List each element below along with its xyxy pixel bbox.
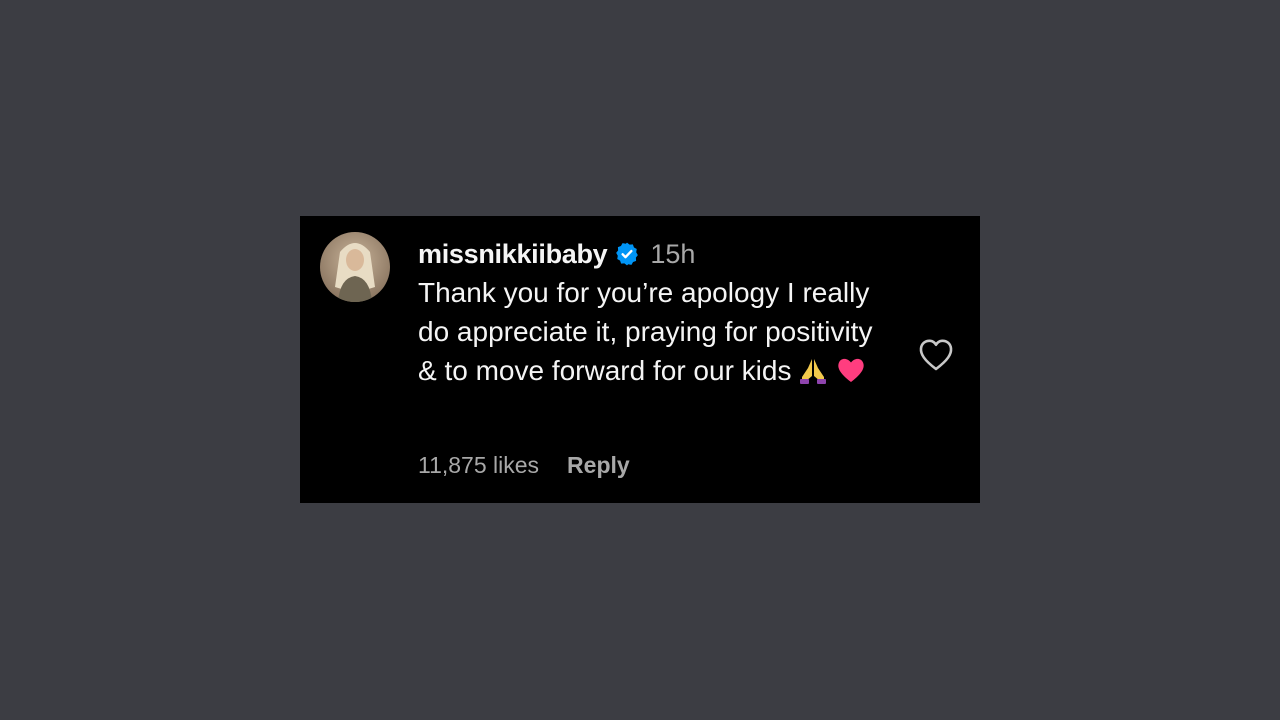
- comment-header: missnikkiibaby 15h: [418, 236, 888, 272]
- comment-body: missnikkiibaby 15h Thank you for you’re …: [418, 236, 888, 390]
- likes-count[interactable]: 11,875 likes: [418, 452, 539, 479]
- comment-text-block: Thank you for you’re apology I really do…: [418, 273, 888, 390]
- heart-outline-icon: [919, 339, 953, 371]
- avatar-image: [320, 232, 390, 302]
- comment-footer: 11,875 likes Reply: [418, 452, 630, 479]
- comment-timestamp: 15h: [650, 238, 696, 269]
- username-link[interactable]: missnikkiibaby: [418, 239, 608, 270]
- comment-card: missnikkiibaby 15h Thank you for you’re …: [300, 216, 980, 503]
- pink-heart-icon: [835, 354, 867, 386]
- verified-badge-icon: [614, 241, 640, 267]
- avatar[interactable]: [320, 232, 390, 302]
- like-button[interactable]: [918, 338, 954, 372]
- reply-button[interactable]: Reply: [567, 452, 630, 479]
- folded-hands-icon: [797, 354, 829, 386]
